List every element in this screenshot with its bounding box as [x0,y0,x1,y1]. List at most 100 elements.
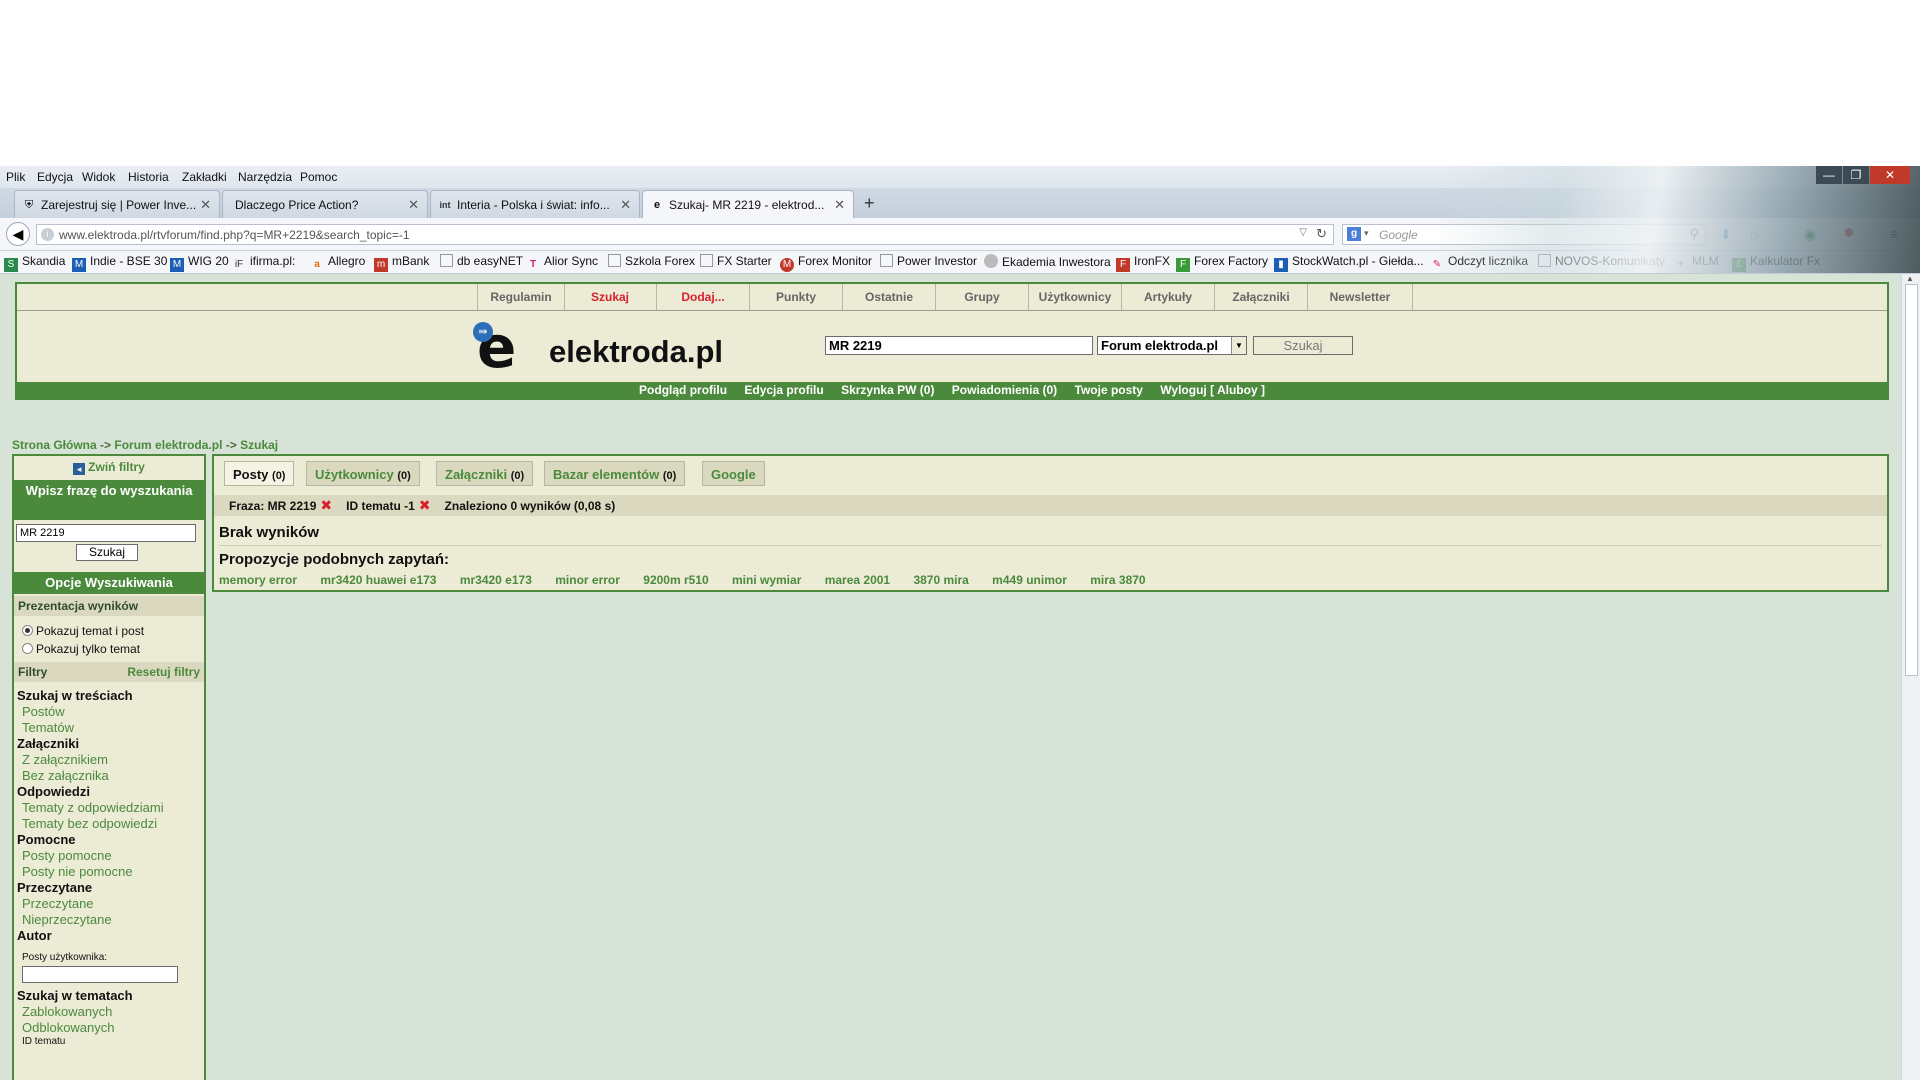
radio-topic-and-post[interactable]: Pokazuj temat i post [22,624,144,638]
filter-locked[interactable]: Zablokowanych [22,1004,112,1019]
chevron-down-icon[interactable]: ▽ [1299,227,1307,238]
bookmark[interactable]: Szkola Forex [608,254,695,268]
close-icon[interactable]: ✕ [834,197,845,213]
filter-unlocked[interactable]: Odblokowanych [22,1020,115,1035]
link-notifications[interactable]: Powiadomienia (0) [952,383,1057,397]
header-search-button[interactable]: Szukaj [1253,336,1353,355]
menu-narzedzia[interactable]: Narzędzia [238,170,292,184]
menu-edycja[interactable]: Edycja [37,170,73,184]
filter-with-attachment[interactable]: Z załącznikiem [22,752,108,767]
filter-topics[interactable]: Tematów [22,720,74,735]
nav-grupy[interactable]: Grupy [936,284,1029,310]
breadcrumb-current[interactable]: Szukaj [240,438,278,452]
chevron-down-icon[interactable]: ▾ [1364,228,1369,239]
tab-bazar[interactable]: Bazar elementów (0) [544,461,686,486]
adblock-icon[interactable]: ⬢ [1844,226,1854,239]
filter-without-attachment[interactable]: Bez załącznika [22,768,109,783]
nav-szukaj[interactable]: Szukaj [564,284,657,310]
bookmark[interactable]: M Indie - BSE 30 [72,254,167,272]
filter-not-helpful[interactable]: Posty nie pomocne [22,864,133,879]
close-icon[interactable]: ✕ [620,197,631,213]
browser-tab-1[interactable]: ⛨ Zarejestruj się | Power Inve... ✕ [14,190,220,218]
search-scope-select[interactable]: Forum elektroda.pl ▼ [1097,336,1247,355]
filter-with-replies[interactable]: Tematy z odpowiedziami [22,800,164,815]
remove-phrase-icon[interactable]: ✖ [320,497,332,513]
tab-google[interactable]: Google [702,461,765,486]
close-icon[interactable]: ✕ [408,197,419,213]
nav-uzytkownicy[interactable]: Użytkownicy [1029,284,1122,310]
menu-zakladki[interactable]: Zakładki [182,170,227,184]
suggestion-link[interactable]: 9200m r510 [643,573,708,587]
site-logo[interactable]: e ⇛ elektroda.pl [473,318,747,376]
download-icon[interactable]: ⬇ [1720,226,1732,243]
suggestion-link[interactable]: marea 2001 [825,573,890,587]
home-icon[interactable]: ⌂ [1750,226,1758,242]
header-search-input[interactable]: MR 2219 [825,336,1093,355]
bookmark[interactable]: F IronFX [1116,254,1170,272]
chevron-down-icon[interactable]: ▼ [1231,337,1246,354]
maximize-icon[interactable]: ❐ [1843,166,1869,184]
author-input[interactable] [22,966,178,983]
search-icon[interactable]: ⚲ [1689,226,1699,242]
extension-icon[interactable]: ◉ [1804,226,1816,243]
link-inbox[interactable]: Skrzynka PW (0) [841,383,934,397]
tab-posts[interactable]: Posty (0) [224,461,295,486]
new-tab-button[interactable]: + [864,193,875,214]
bookmark[interactable]: Ekademia Inwestora [984,254,1111,269]
suggestion-link[interactable]: minor error [555,573,620,587]
bookmark[interactable]: £ Kalkulator Fx [1732,254,1820,272]
nav-punkty[interactable]: Punkty [750,284,843,310]
suggestion-link[interactable]: m449 unimor [992,573,1067,587]
menu-historia[interactable]: Historia [128,170,169,184]
reload-icon[interactable]: ↻ [1316,226,1327,242]
bookmark[interactable]: FX Starter [700,254,772,268]
link-my-posts[interactable]: Twoje posty [1075,383,1143,397]
tab-attachments[interactable]: Załączniki (0) [436,461,534,486]
filter-unread[interactable]: Nieprzeczytane [22,912,112,927]
page-scrollbar[interactable]: ▲ [1901,274,1920,1080]
google-icon[interactable]: g [1347,227,1361,241]
tab-users[interactable]: Użytkownicy (0) [306,461,420,486]
url-bar[interactable]: i www.elektroda.pl/rtvforum/find.php?q=M… [36,224,1334,245]
bookmark[interactable]: M WIG 20 [170,254,229,272]
menu-widok[interactable]: Widok [82,170,115,184]
nav-ostatnie[interactable]: Ostatnie [843,284,936,310]
link-profile-view[interactable]: Podgląd profilu [639,383,727,397]
bookmark[interactable]: M Forex Monitor [780,254,872,272]
bookmark[interactable]: m mBank [374,254,429,272]
radio-topic-only[interactable]: Pokazuj tylko temat [22,642,140,656]
remove-topic-icon[interactable]: ✖ [419,497,431,513]
browser-search-box[interactable]: g ▾ Google ⚲ [1342,224,1706,245]
suggestion-link[interactable]: mr3420 huawei e173 [320,573,436,587]
browser-tab-4-active[interactable]: e Szukaj- MR 2219 - elektrod... ✕ [642,190,854,219]
suggestion-link[interactable]: mr3420 e173 [460,573,532,587]
suggestion-link[interactable]: memory error [219,573,297,587]
bookmark[interactable]: ▮ StockWatch.pl - Giełda... [1274,254,1424,272]
nav-dodaj[interactable]: Dodaj... [657,284,750,310]
bookmark[interactable]: iF ifirma.pl: [232,254,296,272]
site-info-icon[interactable]: i [41,228,54,241]
bookmark[interactable]: T Alior Sync [526,254,598,272]
browser-tab-3[interactable]: int Interia - Polska i świat: info... ✕ [430,190,640,218]
scroll-up-icon[interactable]: ▲ [1906,274,1914,283]
suggestion-link[interactable]: 3870 mira [913,573,968,587]
minimize-icon[interactable]: — [1816,166,1842,184]
bookmark[interactable]: F Forex Factory [1176,254,1268,272]
bookmark[interactable]: Power Investor [880,254,977,268]
collapse-filters-link[interactable]: ◂ Zwiń filtry [14,460,204,475]
browser-tab-2[interactable]: Dlaczego Price Action? ✕ [222,190,428,218]
breadcrumb-forum[interactable]: Forum elektroda.pl [114,438,222,452]
filter-without-replies[interactable]: Tematy bez odpowiedzi [22,816,157,831]
link-logout[interactable]: Wyloguj [ Aluboy ] [1160,383,1265,397]
suggestion-link[interactable]: mini wymiar [732,573,801,587]
scroll-thumb[interactable] [1905,284,1918,676]
filter-read[interactable]: Przeczytane [22,896,94,911]
menu-pomoc[interactable]: Pomoc [300,170,337,184]
bookmark[interactable]: ✦ MLM [1674,254,1719,272]
menu-icon[interactable]: ≡ [1890,226,1898,242]
phrase-input[interactable]: MR 2219 [16,524,196,542]
bookmark[interactable]: db easyNET [440,254,523,268]
filter-posts[interactable]: Postów [22,704,65,719]
nav-artykuly[interactable]: Artykuły [1122,284,1215,310]
filter-helpful[interactable]: Posty pomocne [22,848,112,863]
